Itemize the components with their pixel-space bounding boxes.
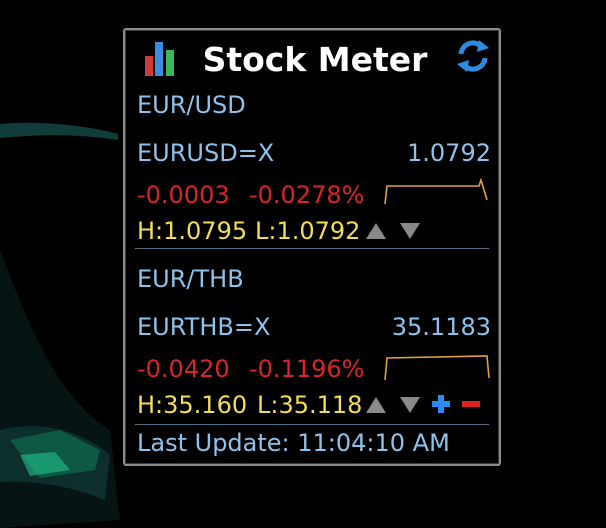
quote-high: H:1.0795 bbox=[137, 217, 248, 245]
quote-symbol[interactable]: EURUSD=X bbox=[137, 138, 274, 168]
quote-sparkline bbox=[384, 355, 490, 381]
quote-change-percent: -0.1196% bbox=[249, 355, 365, 383]
refresh-icon[interactable] bbox=[455, 38, 491, 74]
quote-name: EUR/THB bbox=[137, 265, 244, 293]
arrow-down-icon[interactable] bbox=[399, 395, 421, 415]
quote-low: L:35.118 bbox=[257, 391, 363, 419]
minus-icon[interactable] bbox=[461, 394, 481, 414]
stock-meter-gadget: Stock Meter EUR/USD EURUSD=X 1.0792 -0.0… bbox=[123, 28, 501, 466]
quote-high: H:35.160 bbox=[137, 391, 248, 419]
quote-low: L:1.0792 bbox=[255, 217, 361, 245]
plus-icon[interactable] bbox=[431, 394, 451, 414]
quote-change: -0.0420 bbox=[137, 355, 230, 383]
divider bbox=[135, 248, 489, 249]
bar-chart-icon bbox=[145, 42, 174, 76]
arrow-up-icon[interactable] bbox=[365, 395, 387, 415]
quote-price: 1.0792 bbox=[407, 139, 491, 167]
last-update-label: Last Update: 11:04:10 AM bbox=[137, 429, 450, 457]
app-title: Stock Meter bbox=[202, 40, 428, 79]
arrow-down-icon[interactable] bbox=[399, 221, 421, 241]
quote-change-percent: -0.0278% bbox=[249, 181, 365, 209]
quote-name: EUR/USD bbox=[137, 91, 246, 119]
divider bbox=[135, 424, 489, 425]
quote-sparkline bbox=[384, 178, 488, 205]
quote-price: 35.1183 bbox=[391, 313, 491, 341]
quote-symbol[interactable]: EURTHB=X bbox=[137, 312, 270, 342]
quote-change: -0.0003 bbox=[137, 181, 230, 209]
arrow-up-icon[interactable] bbox=[365, 221, 387, 241]
gadget-header: Stock Meter bbox=[125, 30, 499, 90]
